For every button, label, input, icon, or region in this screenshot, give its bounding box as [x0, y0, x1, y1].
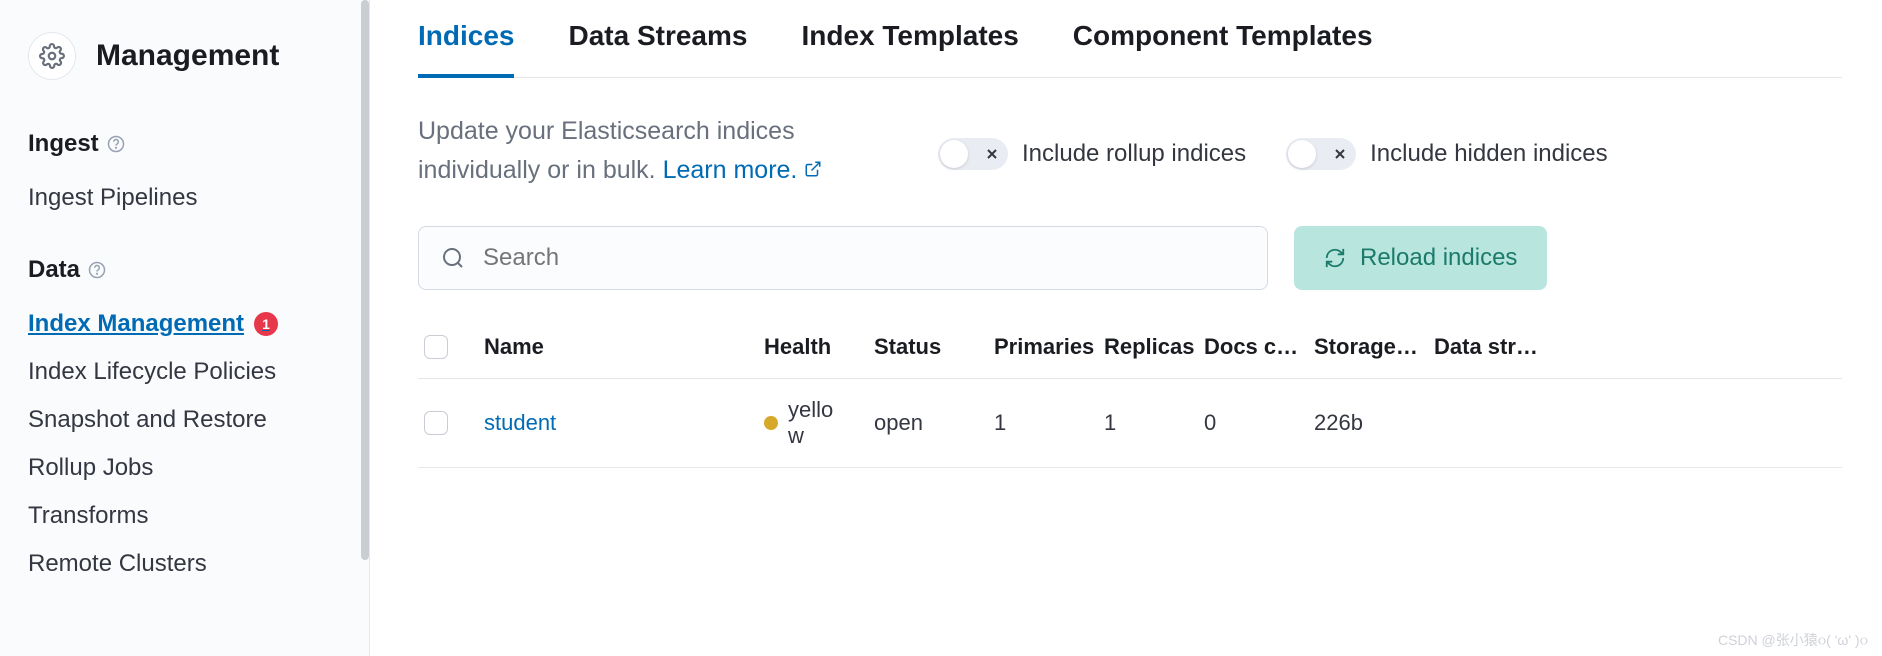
tab-indices[interactable]: Indices [418, 20, 514, 78]
toggle-rollup-label: Include rollup indices [1022, 140, 1246, 168]
col-health[interactable]: Health [764, 334, 874, 360]
learn-more-link[interactable]: Learn more. [663, 156, 798, 184]
select-all-checkbox[interactable] [424, 335, 448, 359]
search-icon [441, 246, 465, 270]
sidebar-item-remote-clusters[interactable]: Remote Clusters [28, 540, 369, 588]
toggle-knob [940, 140, 968, 168]
col-replicas[interactable]: Replicas [1104, 334, 1204, 360]
main-content: Indices Data Streams Index Templates Com… [370, 0, 1882, 656]
tabs: Indices Data Streams Index Templates Com… [418, 20, 1842, 78]
sidebar-title: Management [96, 39, 279, 73]
header-row: Update your Elasticsearch indices indivi… [418, 112, 1842, 190]
table-header: Name Health Status Primaries Replicas Do… [418, 316, 1842, 379]
close-icon [1332, 146, 1348, 162]
toggle-hidden-group: Include hidden indices [1286, 138, 1608, 170]
col-storage[interactable]: Storage… [1314, 334, 1434, 360]
sidebar-item-ingest-pipelines[interactable]: Ingest Pipelines [28, 174, 369, 222]
search-box[interactable] [418, 226, 1268, 290]
col-name[interactable]: Name [484, 334, 764, 360]
reload-indices-button[interactable]: Reload indices [1294, 226, 1547, 290]
search-row: Reload indices [418, 226, 1842, 290]
toggle-rollup[interactable] [938, 138, 1008, 170]
health-cell: yellow [764, 397, 874, 449]
watermark: CSDN @张小猿૦( 'ω' )૦ [1718, 630, 1868, 650]
replicas-cell: 1 [1104, 410, 1204, 436]
gear-icon [28, 32, 76, 80]
section-ingest-label: Ingest [28, 130, 369, 158]
sidebar-header: Management [28, 32, 369, 80]
col-datastream[interactable]: Data str… [1434, 334, 1544, 360]
table-row: student yellow open 1 1 0 226b [418, 379, 1842, 468]
sidebar-item-index-management[interactable]: Index Management 1 [28, 300, 369, 348]
col-docs[interactable]: Docs c… [1204, 334, 1314, 360]
storage-cell: 226b [1314, 410, 1434, 436]
sidebar-item-rollup-jobs[interactable]: Rollup Jobs [28, 444, 369, 492]
tab-index-templates[interactable]: Index Templates [801, 20, 1018, 77]
sidebar: Management Ingest Ingest Pipelines Data … [0, 0, 370, 656]
col-primaries[interactable]: Primaries [994, 334, 1104, 360]
close-icon [984, 146, 1000, 162]
sidebar-item-transforms[interactable]: Transforms [28, 492, 369, 540]
primaries-cell: 1 [994, 410, 1104, 436]
toggle-hidden-label: Include hidden indices [1370, 140, 1608, 168]
help-icon[interactable] [88, 261, 106, 279]
intro-text: Update your Elasticsearch indices indivi… [418, 112, 898, 190]
section-data-label: Data [28, 256, 369, 284]
refresh-icon [1324, 247, 1346, 269]
toggle-rollup-group: Include rollup indices [938, 138, 1246, 170]
toggle-knob [1288, 140, 1316, 168]
status-cell: open [874, 410, 994, 436]
health-dot-icon [764, 416, 778, 430]
external-link-icon [804, 160, 822, 178]
sidebar-item-snapshot-and-restore[interactable]: Snapshot and Restore [28, 396, 369, 444]
indices-table: Name Health Status Primaries Replicas Do… [418, 316, 1842, 468]
tab-component-templates[interactable]: Component Templates [1073, 20, 1373, 77]
docs-cell: 0 [1204, 410, 1314, 436]
notification-badge: 1 [254, 312, 278, 336]
index-name-link[interactable]: student [484, 410, 764, 436]
col-status[interactable]: Status [874, 334, 994, 360]
toggle-hidden[interactable] [1286, 138, 1356, 170]
row-checkbox[interactable] [424, 411, 448, 435]
sidebar-item-index-lifecycle-policies[interactable]: Index Lifecycle Policies [28, 348, 369, 396]
tab-data-streams[interactable]: Data Streams [568, 20, 747, 77]
search-input[interactable] [483, 244, 1245, 272]
help-icon[interactable] [107, 135, 125, 153]
